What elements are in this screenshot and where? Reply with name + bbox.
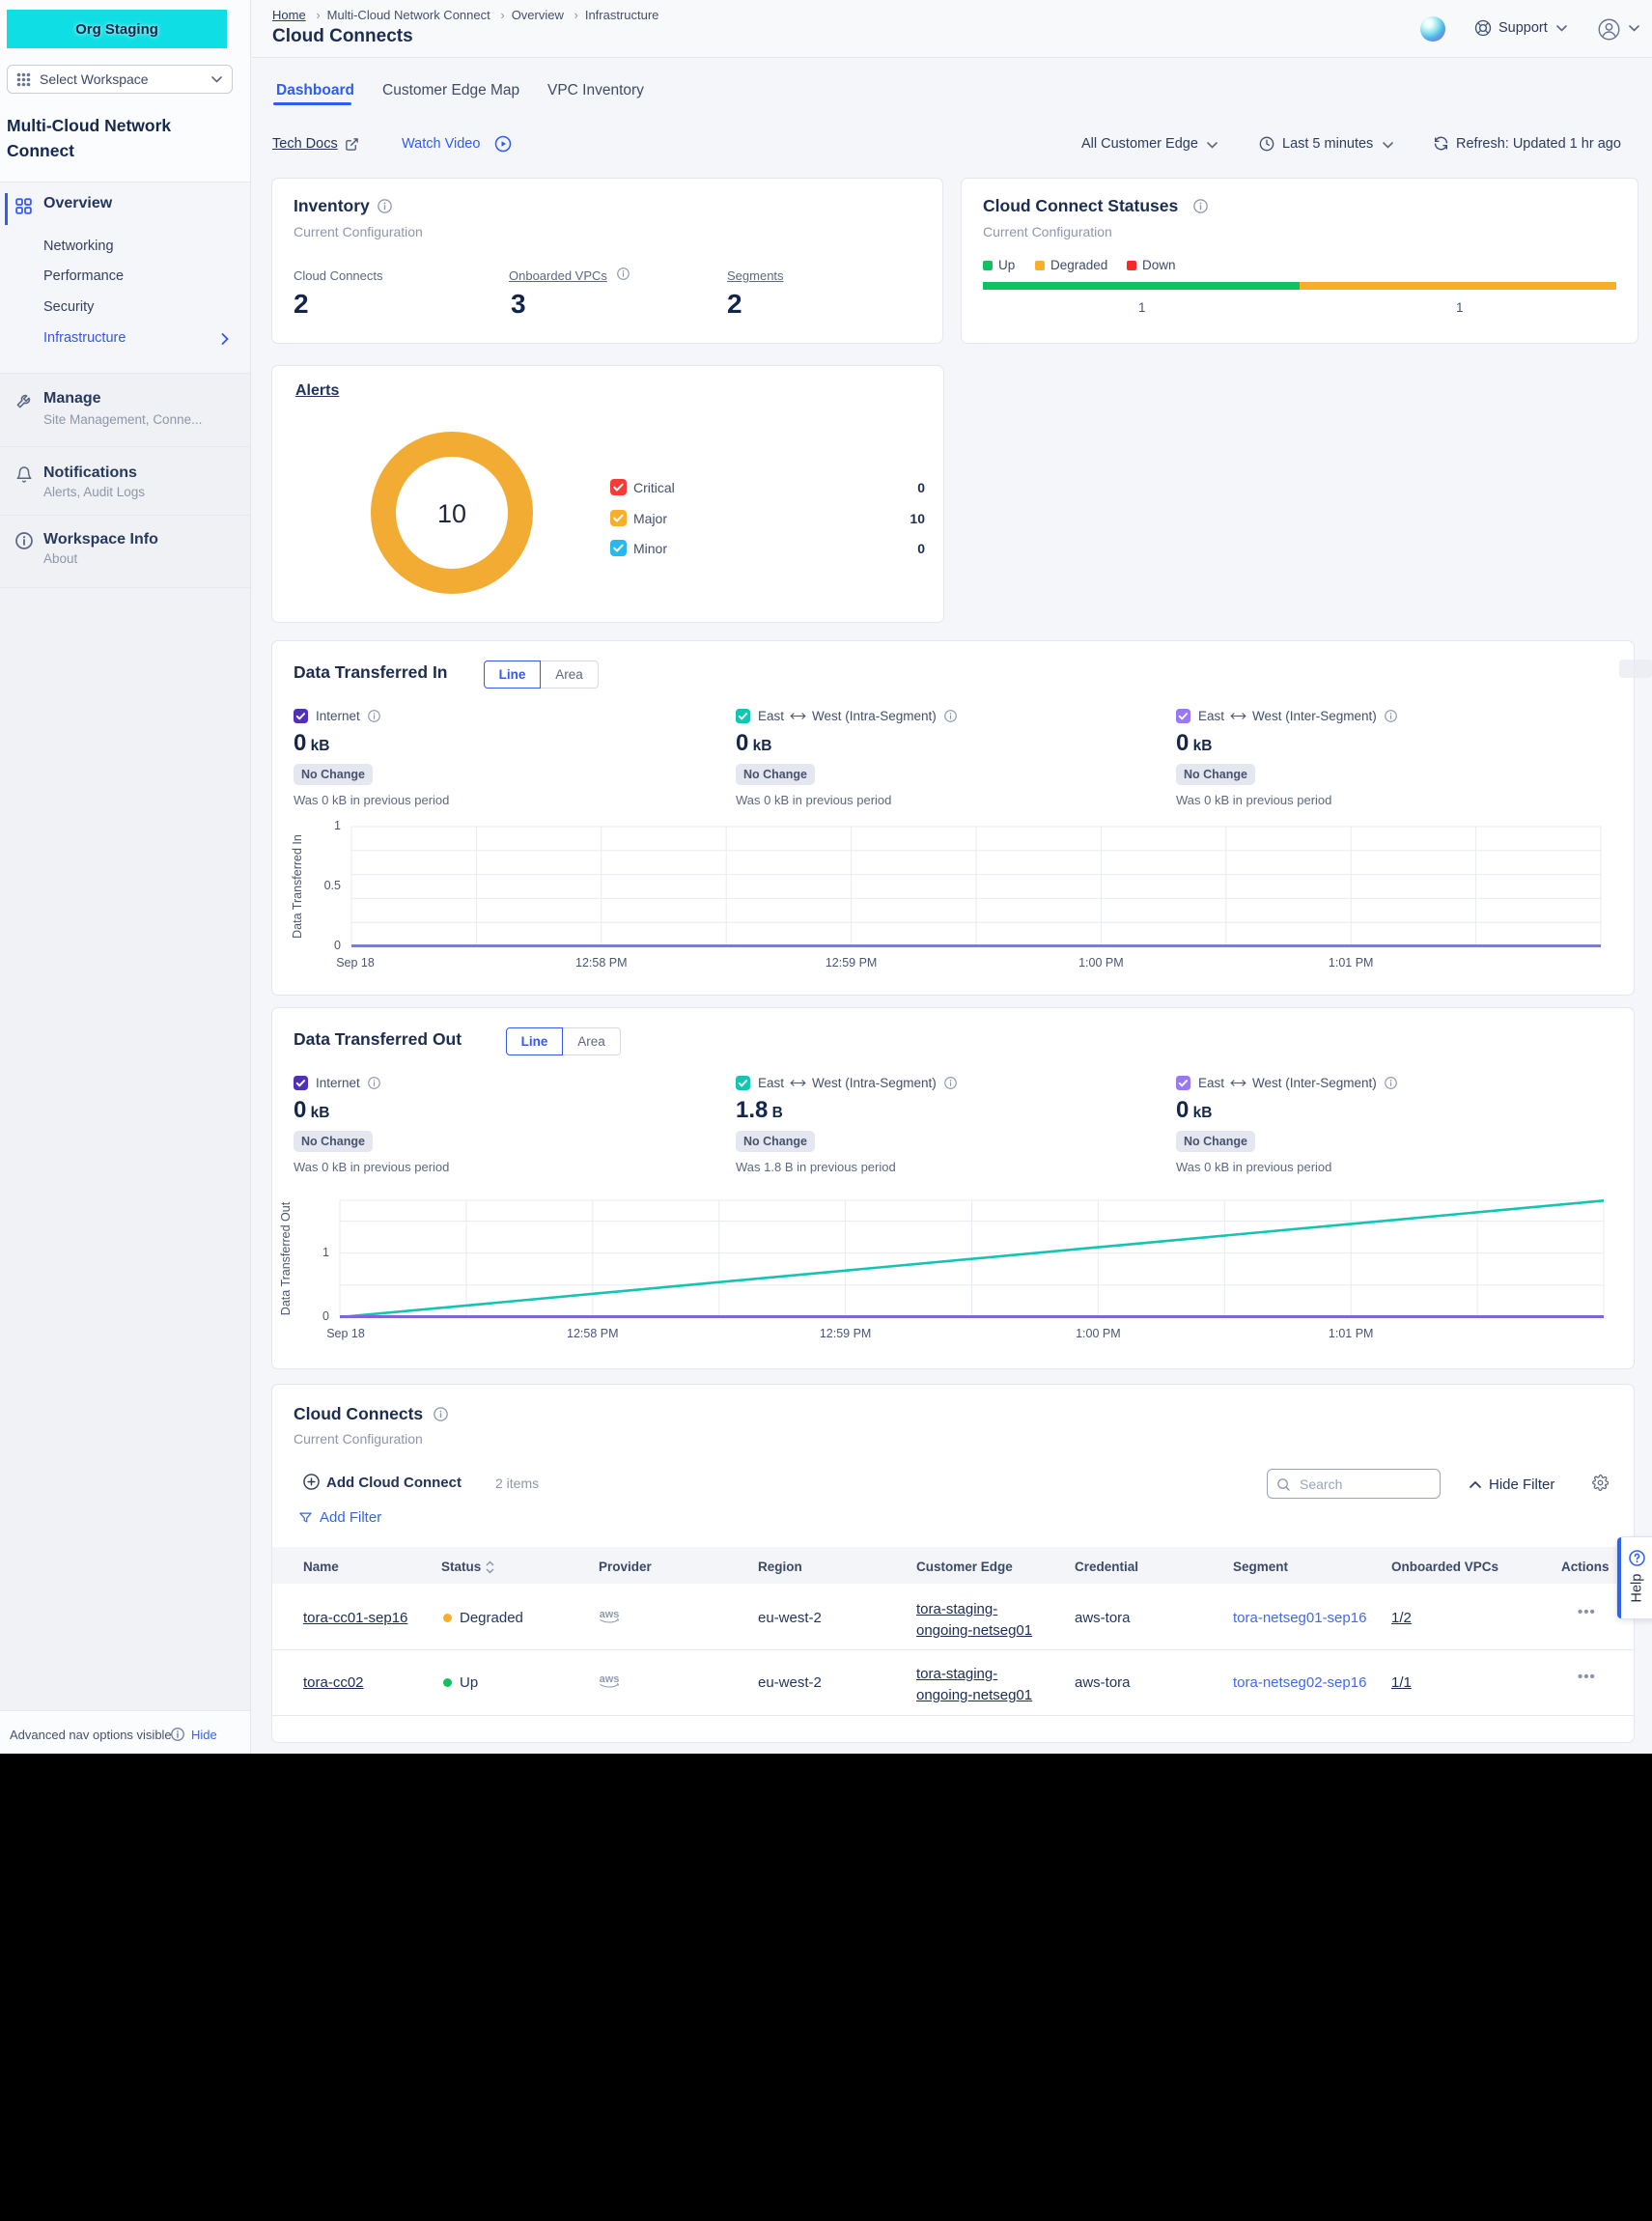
svg-text:10: 10 (437, 499, 466, 528)
svg-text:Data Transferred Out: Data Transferred Out (279, 1201, 293, 1315)
svg-text:Data Transferred In: Data Transferred In (291, 834, 304, 939)
svg-text:aws: aws (600, 1609, 620, 1620)
svg-text:aws: aws (600, 1673, 620, 1685)
